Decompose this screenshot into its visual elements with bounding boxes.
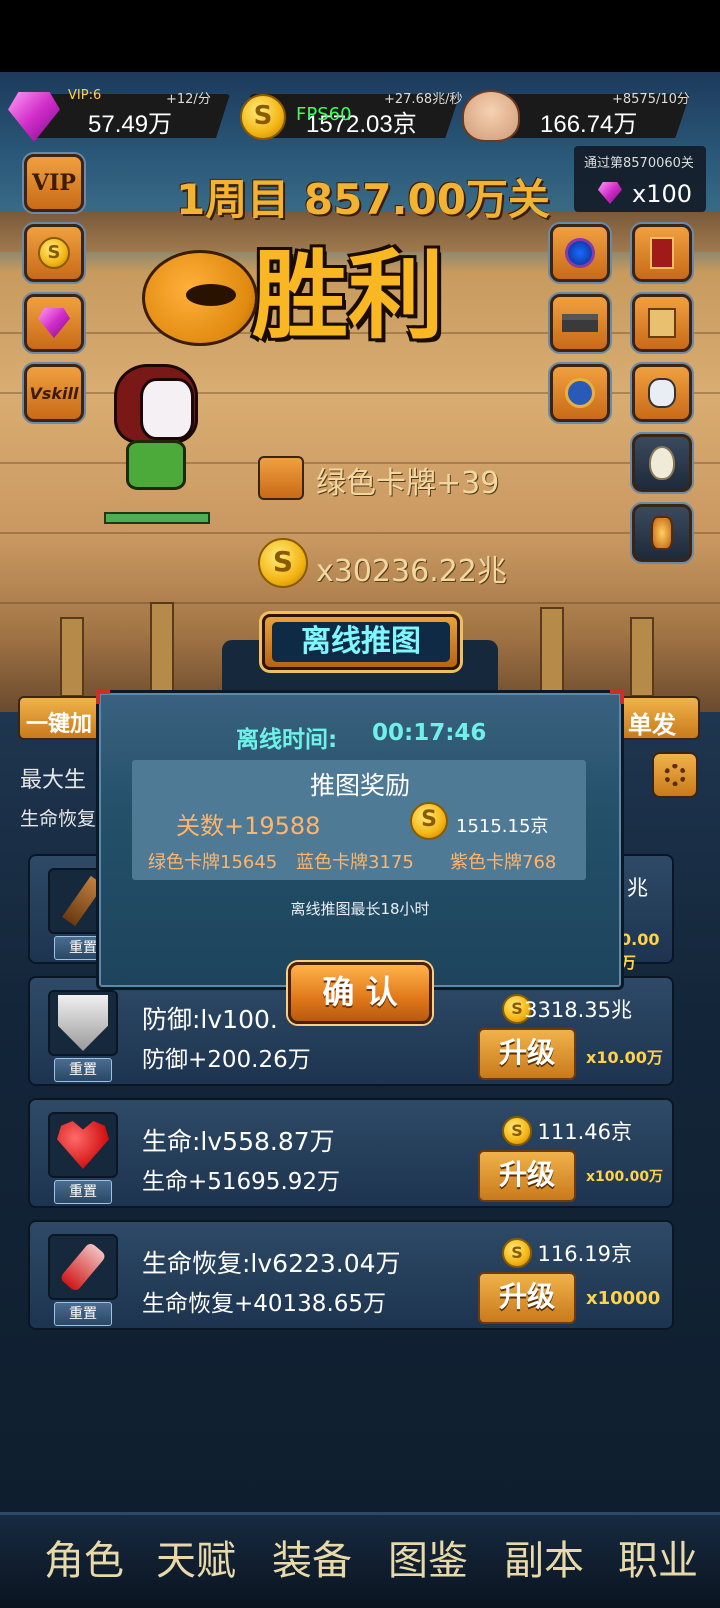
fps-counter: FPS60 [296,104,352,125]
skull-icon [462,90,520,142]
pass-reward-label: 通过第8570060关 [584,156,694,171]
eye-icon [565,238,595,268]
reset-button[interactable]: 重置 [54,1302,112,1326]
upgrade-multiplier: x10000 [586,1288,661,1309]
game-screen: { "top_bar":{ "gems":{"small":"VIP:6","r… [0,0,720,1608]
anvil-button[interactable] [550,294,610,352]
gold-rate: +27.68兆/秒 [384,92,463,107]
item-bonus: 生命+51695.92万 [142,1169,341,1195]
pass-reward-value: x100 [632,180,693,208]
gem-value: 57.49万 [88,111,173,138]
nav-class[interactable]: 职业 [618,1528,698,1586]
gold-coin-icon: S [502,1116,532,1146]
regen-label: 生命恢复 [20,808,97,830]
reward-purple-cards: 紫色卡牌768 [450,852,557,873]
cards-icon [648,308,676,338]
pumpkin-mouth [186,284,236,306]
nav-equipment[interactable]: 装备 [272,1528,352,1586]
reset-button[interactable]: 重置 [54,1058,112,1082]
offline-time-value: 00:17:46 [372,720,487,746]
potion-icon [59,1241,107,1293]
upgrade-cost: 3318.35兆 [524,998,632,1022]
status-bar-area [0,0,720,72]
nav-codex[interactable]: 图鉴 [388,1528,468,1586]
lantern-icon [651,516,673,550]
card-drop-text: 绿色卡牌+39 [316,466,500,501]
cards-button[interactable] [632,294,692,352]
gem-rate: +12/分 [166,92,211,107]
robot-button[interactable] [632,364,692,422]
item-icon [48,1234,118,1300]
green-card-icon [258,456,304,500]
egg-icon [649,446,675,480]
gem-shop-button[interactable] [24,294,84,352]
item-level: 生命恢复:lv6223.04万 [142,1249,401,1278]
vskill-button[interactable]: Vskill [24,364,84,422]
dialog-corner [96,690,110,704]
item-bonus: 生命恢复+40138.65万 [142,1291,387,1317]
gold-coin-icon: S [258,538,308,588]
gold-coin-icon: S [410,802,448,840]
nav-talent[interactable]: 天赋 [156,1528,236,1586]
skull-value: 166.74万 [540,111,638,138]
victory-text: 胜利 [252,239,444,352]
item-icon [48,1112,118,1178]
hero-body [126,440,186,490]
gold-coin-icon: S [502,1238,532,1268]
gold-drop-text: x30236.22兆 [316,554,507,589]
offline-time-label: 离线时间: [236,727,338,753]
vip-level: VIP:6 [68,88,102,103]
upgrade-multiplier: x100.00万 [586,1169,664,1185]
confirm-button[interactable]: 确 认 [288,962,432,1024]
dialog-title: 离线推图 [272,622,450,662]
reset-button[interactable]: 重置 [54,1180,112,1204]
anvil-icon [562,314,598,332]
eye-button[interactable] [550,224,610,282]
heart-icon [57,1121,109,1169]
robot-icon [648,378,676,408]
egg-button[interactable] [632,434,692,492]
offline-note: 离线推图最长18小时 [290,900,430,918]
gold-shop-button[interactable]: S [24,224,84,282]
upgrade-button[interactable]: 升级 [478,1028,576,1080]
shield-icon [58,995,108,1051]
compass-button[interactable] [550,364,610,422]
upgrade-multiplier: 0.00万 [620,930,660,972]
gold-coin-icon: S [38,237,70,269]
reward-levels: 关数+19588 [176,812,321,840]
card-back-icon [650,237,674,269]
reward-gold: 1515.15京 [456,816,549,837]
reward-blue-cards: 蓝色卡牌3175 [296,852,414,873]
upgrade-item-regen: 重置 生命恢复:lv6223.04万 生命恢复+40138.65万 S 116.… [28,1220,674,1330]
card-deck-button[interactable] [632,224,692,282]
reward-title: 推图奖励 [309,771,410,800]
upgrade-cost: 116.19京 [537,1242,632,1266]
compass-icon [565,378,595,408]
upgrade-button[interactable]: 升级 [478,1272,576,1324]
hero-mask [140,378,194,440]
gem-icon [38,308,70,338]
lantern-button[interactable] [632,504,692,562]
item-bonus: 防御+200.26万 [142,1047,311,1073]
reward-green-cards: 绿色卡牌15645 [148,852,278,873]
nav-dungeon[interactable]: 副本 [504,1528,584,1586]
dialog-corner [610,690,624,704]
gold-coin-icon: S [240,94,286,140]
nav-character[interactable]: 角色 [44,1528,124,1586]
item-level: 防御:lv100. [142,1005,278,1034]
upgrade-item-life: 重置 生命:lv558.87万 生命+51695.92万 S 111.46京 升… [28,1098,674,1208]
upgrade-button[interactable]: 升级 [478,1150,576,1202]
item-icon [48,990,118,1056]
vip-button[interactable]: VIP [24,154,84,212]
item-level: 生命:lv558.87万 [142,1127,335,1156]
hero-health-bar [104,512,210,524]
upgrade-cost: 111.46京 [537,1120,632,1144]
upgrade-multiplier: x10.00万 [586,1048,663,1067]
